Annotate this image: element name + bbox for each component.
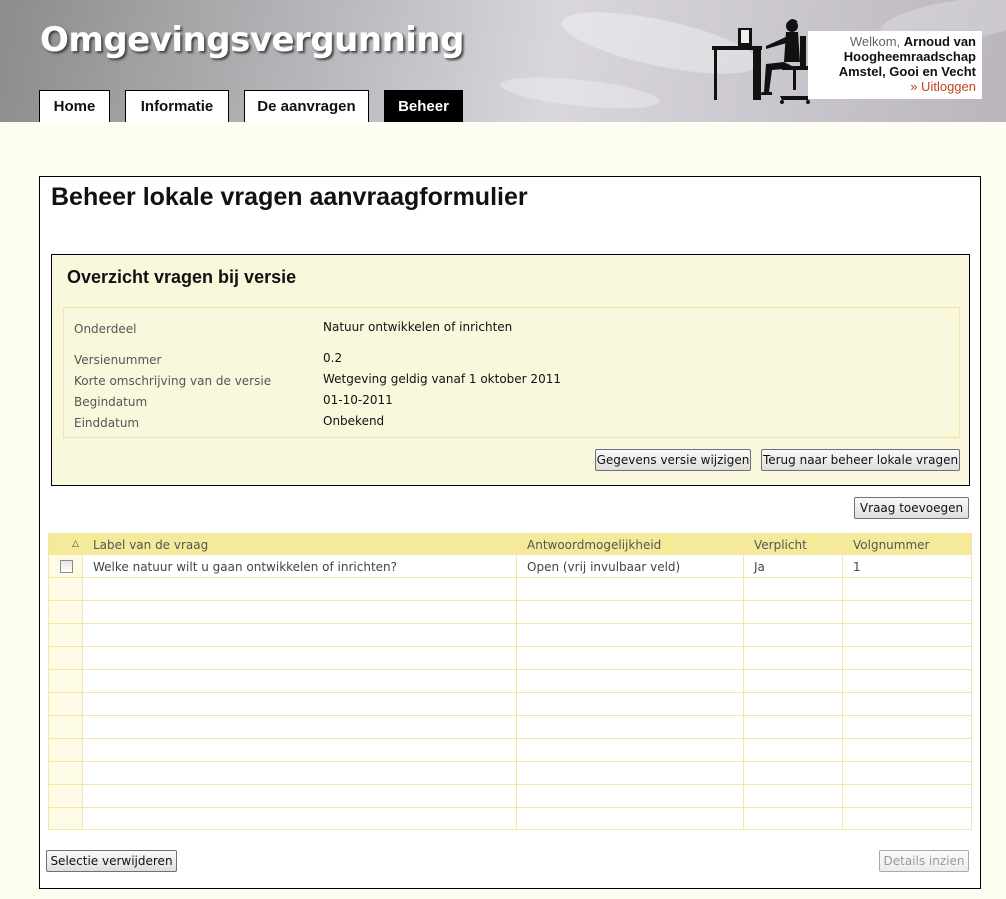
- column-header-order[interactable]: Volgnummer: [853, 538, 929, 552]
- detail-value: Onbekend: [323, 414, 385, 428]
- row-select-checkbox[interactable]: [60, 560, 73, 573]
- empty-table-row: [49, 601, 971, 624]
- tab-informatie[interactable]: Informatie: [125, 90, 229, 122]
- app-title: Omgevingsvergunning: [40, 20, 464, 60]
- welcome-label: Welkom,: [849, 34, 901, 49]
- cell-label: Welke natuur wilt u gaan ontwikkelen of …: [93, 560, 398, 574]
- detail-value: Natuur ontwikkelen of inrichten: [323, 320, 513, 334]
- column-header-label[interactable]: Label van de vraag: [93, 538, 208, 552]
- empty-table-row: [49, 693, 971, 716]
- detail-value: 0.2: [323, 351, 343, 365]
- empty-table-row: [49, 624, 971, 647]
- detail-label: Onderdeel: [74, 322, 137, 336]
- tab-de-aanvragen[interactable]: De aanvragen: [244, 90, 369, 122]
- empty-table-row: [49, 578, 971, 601]
- tab-beheer[interactable]: Beheer: [384, 90, 463, 122]
- site-header: Omgevingsvergunning Welkom, Arnoud van H…: [0, 0, 1006, 122]
- view-details-button[interactable]: Details inzien: [879, 850, 969, 872]
- column-header-answer[interactable]: Antwoordmogelijkheid: [527, 538, 661, 552]
- cell-required: Ja: [754, 560, 765, 574]
- person-at-desk-illustration: [712, 19, 810, 104]
- detail-label: Einddatum: [74, 416, 140, 430]
- empty-table-row: [49, 716, 971, 739]
- version-overview-box: Overzicht vragen bij versie Onderdeel Na…: [51, 254, 970, 486]
- main-panel: Beheer lokale vragen aanvraagformulier O…: [39, 176, 981, 889]
- empty-table-row: [49, 739, 971, 762]
- user-name: Arnoud van: [903, 34, 976, 49]
- page-title: Beheer lokale vragen aanvraagformulier: [51, 183, 528, 211]
- table-row[interactable]: Welke natuur wilt u gaan ontwikkelen of …: [49, 555, 971, 578]
- detail-row-versienummer: Versienummer 0.2: [64, 351, 959, 371]
- detail-value: 01-10-2011: [323, 393, 393, 407]
- empty-table-row: [49, 785, 971, 808]
- back-to-local-questions-button[interactable]: Terug naar beheer lokale vragen: [761, 449, 960, 471]
- table-header: △ Label van de vraag Antwoordmogelijkhei…: [49, 533, 971, 555]
- edit-version-button[interactable]: Gegevens versie wijzigen: [595, 449, 751, 471]
- column-header-required[interactable]: Verplicht: [754, 538, 807, 552]
- user-welcome-box: Welkom, Arnoud van Hoogheemraadschap Ams…: [808, 31, 982, 99]
- detail-row-onderdeel: Onderdeel Natuur ontwikkelen of inrichte…: [64, 320, 959, 340]
- tab-home[interactable]: Home: [39, 90, 110, 122]
- user-organisation-line2: Amstel, Gooi en Vecht: [838, 64, 976, 79]
- user-organisation-line1: Hoogheemraadschap: [843, 49, 976, 64]
- detail-row-einddatum: Einddatum Onbekend: [64, 414, 959, 434]
- detail-label: Korte omschrijving van de versie: [74, 374, 272, 388]
- empty-table-row: [49, 762, 971, 785]
- detail-row-begindatum: Begindatum 01-10-2011: [64, 393, 959, 413]
- cell-answer: Open (vrij invulbaar veld): [527, 560, 681, 574]
- detail-label: Versienummer: [74, 353, 162, 367]
- empty-table-row: [49, 670, 971, 693]
- delete-selection-button[interactable]: Selectie verwijderen: [46, 850, 177, 872]
- cell-order: 1: [853, 560, 861, 574]
- header-decoration: [499, 71, 661, 115]
- questions-table: △ Label van de vraag Antwoordmogelijkhei…: [48, 533, 972, 830]
- logout-link[interactable]: » Uitloggen: [808, 79, 976, 94]
- overview-title: Overzicht vragen bij versie: [67, 267, 297, 287]
- detail-label: Begindatum: [74, 395, 148, 409]
- version-details: Onderdeel Natuur ontwikkelen of inrichte…: [63, 307, 960, 438]
- add-question-button[interactable]: Vraag toevoegen: [854, 497, 969, 519]
- sort-ascending-icon[interactable]: △: [72, 539, 79, 549]
- empty-table-row: [49, 647, 971, 670]
- detail-row-omschrijving: Korte omschrijving van de versie Wetgevi…: [64, 372, 959, 392]
- detail-value: Wetgeving geldig vanaf 1 oktober 2011: [323, 372, 561, 386]
